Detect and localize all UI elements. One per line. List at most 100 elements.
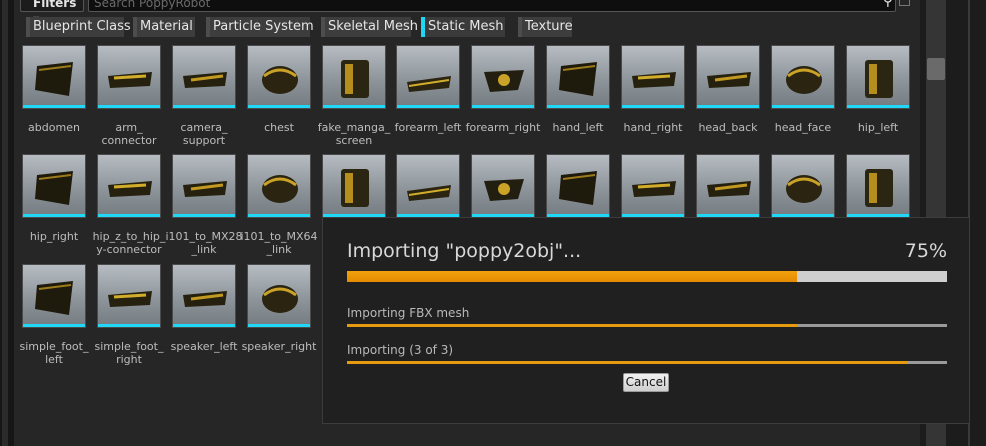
asset-tile[interactable]: forearm_right	[466, 45, 540, 134]
search-icon[interactable]: ⚲	[883, 0, 893, 9]
asset-tile[interactable]: arm_ connector	[97, 45, 161, 147]
asset-thumbnail	[247, 45, 311, 109]
asset-tile[interactable]: M	[322, 154, 386, 243]
mesh-preview-icon	[341, 169, 369, 207]
asset-thumbnail	[471, 154, 535, 218]
mesh-preview-icon	[183, 291, 227, 307]
filters-label: Filters	[33, 0, 77, 10]
asset-label: simple_foot_ right	[87, 340, 171, 366]
asset-tile[interactable]: speaker_left	[171, 264, 237, 353]
chip-label: Material	[140, 19, 193, 34]
chip-label: Blueprint Class	[33, 19, 131, 34]
asset-tile[interactable]: hip_right	[22, 154, 86, 243]
asset-thumbnail	[247, 154, 311, 218]
scrollbar-thumb[interactable]	[927, 58, 945, 80]
asset-tile[interactable]: abdomen	[22, 45, 86, 134]
asset-label-line2: _link	[266, 243, 292, 256]
asset-thumbnail	[546, 154, 610, 218]
mesh-preview-icon	[632, 181, 676, 197]
asset-label: fake_manga_ screen	[312, 121, 396, 147]
asset-thumbnail	[846, 154, 910, 218]
mesh-preview-icon	[786, 66, 822, 94]
asset-label-line2: y-connector	[96, 243, 162, 256]
mesh-preview-icon	[108, 181, 152, 197]
chip-static-mesh[interactable]: Static Mesh	[421, 17, 505, 37]
asset-tile[interactable]: hand_left	[546, 45, 610, 134]
asset-tile[interactable]: fake_manga_ screen	[318, 45, 390, 147]
asset-label: i101_to_MX64 _link	[237, 230, 321, 256]
asset-thumbnail	[771, 154, 835, 218]
asset-label-line1: forearm_right	[465, 121, 541, 134]
import-percent: 75%	[904, 240, 947, 262]
filters-button[interactable]: Filters ▾	[20, 0, 84, 26]
asset-tile[interactable]	[846, 154, 910, 218]
asset-tile[interactable]: hip_left	[846, 45, 910, 134]
mesh-preview-icon	[407, 185, 451, 201]
chip-label: Particle System	[213, 19, 314, 34]
asset-label-line1: hip_left	[857, 121, 899, 134]
asset-tile[interactable]	[771, 154, 835, 218]
cancel-button[interactable]: Cancel	[623, 373, 669, 392]
chip-blueprint-class[interactable]: Blueprint Class	[26, 17, 131, 37]
mesh-preview-icon	[183, 72, 227, 88]
mesh-preview-icon	[559, 171, 597, 205]
asset-tile[interactable]: head_back	[696, 45, 760, 134]
asset-tile[interactable]: hip_z_to_hip_ y-connector	[93, 154, 165, 256]
main-progress-bar	[347, 271, 947, 282]
asset-label: hand_left	[536, 121, 620, 134]
mesh-preview-icon	[341, 60, 369, 98]
asset-label-line1: hip_z_to_hip_	[92, 230, 166, 243]
asset-tile[interactable]: forearm_left	[395, 45, 461, 134]
asset-thumbnail	[846, 45, 910, 109]
mesh-preview-icon	[484, 70, 524, 92]
mesh-preview-icon	[108, 291, 152, 307]
asset-label: arm_ connector	[87, 121, 171, 147]
main-progress-fill	[347, 271, 797, 282]
asset-label-line1: chest	[264, 121, 294, 134]
asset-thumbnail	[22, 154, 86, 218]
asset-tile[interactable]	[546, 154, 610, 218]
step2-label: Importing (3 of 3)	[347, 343, 454, 357]
import-title: Importing "poppy2obj"...	[347, 240, 582, 262]
mesh-preview-icon	[108, 72, 152, 88]
asset-label-line1: forearm_left	[394, 121, 462, 134]
asset-label-line1: head_back	[698, 121, 758, 134]
asset-tile[interactable]	[621, 154, 685, 218]
save-search-icon[interactable]	[899, 0, 910, 6]
asset-label: forearm_right	[461, 121, 545, 134]
chip-particle-system[interactable]: Particle System	[206, 17, 314, 37]
asset-tile[interactable]: i101_to_MX64 _link	[240, 154, 318, 256]
mesh-preview-icon	[35, 281, 73, 315]
asset-tile[interactable]: i101_to_MX28 _link	[165, 154, 243, 256]
asset-tile[interactable]	[396, 154, 460, 218]
chip-texture[interactable]: Texture	[518, 17, 573, 37]
asset-tile[interactable]: camera_ support	[172, 45, 236, 147]
asset-tile[interactable]: head_face	[771, 45, 835, 134]
chip-material[interactable]: Material	[133, 17, 195, 37]
asset-tile[interactable]	[471, 154, 535, 218]
asset-thumbnail	[97, 45, 161, 109]
asset-tile[interactable]	[696, 154, 760, 218]
step1-progress-bar	[347, 324, 947, 327]
chip-skeletal-mesh[interactable]: Skeletal Mesh	[321, 17, 418, 37]
search-input[interactable]: Search PoppyRobot ⚲	[88, 0, 896, 12]
asset-label-line1: arm_	[115, 121, 143, 134]
asset-thumbnail	[696, 45, 760, 109]
asset-tile[interactable]: speaker_right	[242, 264, 316, 353]
asset-label: hip_z_to_hip_ y-connector	[87, 230, 171, 256]
asset-thumbnail	[322, 154, 386, 218]
mesh-preview-icon	[484, 179, 524, 201]
asset-tile[interactable]: simple_foot_ right	[95, 264, 163, 366]
asset-thumbnail	[396, 45, 460, 109]
asset-tile[interactable]: hand_right	[621, 45, 685, 134]
asset-tile[interactable]: simple_foot_ left	[20, 264, 88, 366]
step1-progress-fill	[347, 324, 797, 327]
asset-thumbnail	[322, 45, 386, 109]
asset-thumbnail	[22, 264, 86, 328]
asset-label: hip_left	[836, 121, 920, 134]
asset-label-line1: speaker_right	[241, 340, 317, 353]
asset-thumbnail	[97, 264, 161, 328]
asset-label-line1: simple_foot_	[19, 340, 89, 353]
left-edge-splitter[interactable]	[0, 0, 14, 446]
asset-tile[interactable]: chest	[247, 45, 311, 134]
